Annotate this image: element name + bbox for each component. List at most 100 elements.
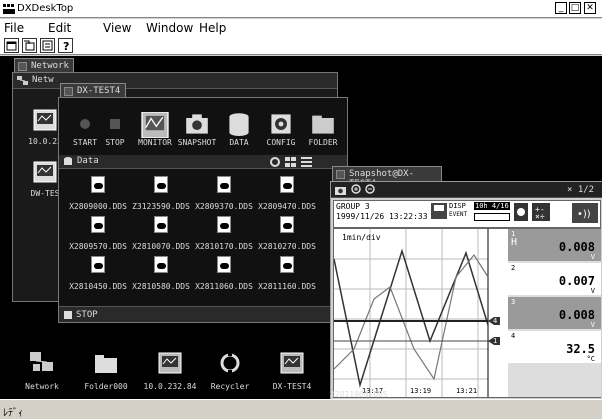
large-icons-view-icon[interactable] bbox=[285, 157, 297, 167]
monitor-button[interactable]: MONITOR bbox=[135, 110, 175, 152]
list-view-icon[interactable] bbox=[301, 157, 313, 167]
network-title: Netw bbox=[32, 75, 54, 85]
minimize-button[interactable]: _ bbox=[555, 2, 567, 14]
menu-help[interactable]: Help bbox=[199, 21, 226, 35]
dx-status-bar: STOP bbox=[59, 306, 347, 322]
properties-icon[interactable] bbox=[40, 38, 55, 53]
snapshot-header: GROUP 3 1999/11/26 13:22:33 DISP EVENT 1… bbox=[333, 200, 601, 228]
recorder-icon bbox=[33, 109, 57, 131]
time-tick: 13:21 bbox=[456, 387, 478, 395]
file-item[interactable]: X2810580.DDS bbox=[128, 256, 194, 296]
status-bar: ﾚﾃﾞｨ bbox=[0, 399, 602, 419]
channel-value: 0.007 bbox=[558, 274, 595, 288]
maximize-button[interactable]: □ bbox=[569, 2, 581, 14]
rate-label: 10h 4/16 bbox=[474, 202, 510, 210]
app-icon bbox=[3, 4, 15, 14]
file-item[interactable]: X2810070.DDS bbox=[128, 216, 194, 256]
channel-4-cell: 4 32.5 °C bbox=[508, 331, 601, 364]
database-icon bbox=[64, 157, 72, 165]
channel-value: 0.008 bbox=[558, 240, 595, 254]
camera-icon bbox=[186, 114, 208, 134]
network-icon bbox=[30, 352, 53, 371]
menu-edit[interactable]: Edit bbox=[48, 21, 71, 35]
desktop-icon-label: 10.0.232.84 bbox=[143, 382, 197, 391]
data-file-icon bbox=[217, 256, 231, 273]
stop-icon bbox=[110, 119, 120, 129]
monitor-icon bbox=[141, 112, 169, 138]
data-header: Data bbox=[59, 155, 347, 169]
tab-network[interactable]: Network bbox=[14, 58, 74, 73]
tab-dx-test4[interactable]: DX-TEST4 bbox=[60, 83, 126, 98]
channel-index: 2 bbox=[511, 264, 516, 272]
close-button[interactable]: ✕ bbox=[584, 2, 596, 14]
desktop-icon-label: DX-TEST4 bbox=[272, 382, 312, 391]
file-name: X2810070.DDS bbox=[132, 242, 190, 251]
file-item[interactable]: Z3123590.DDS bbox=[128, 176, 194, 216]
checkbox[interactable] bbox=[336, 170, 345, 179]
data-file-icon bbox=[154, 176, 168, 193]
recycler-icon bbox=[220, 352, 240, 374]
file-name: X2810450.DDS bbox=[69, 282, 127, 291]
status-text: ﾚﾃﾞｨ bbox=[3, 408, 23, 419]
tab-snapshot[interactable]: Snapshot@DX-TEST4 bbox=[332, 166, 442, 189]
snapshot-toolbar: × 1/2 bbox=[331, 182, 602, 198]
data-file-icon bbox=[91, 216, 105, 233]
partial-file-label: X2811060.DDS bbox=[330, 390, 388, 399]
channel-value: 32.5 bbox=[566, 342, 595, 356]
open-window-icon[interactable] bbox=[22, 38, 37, 53]
data-file-icon bbox=[217, 176, 231, 193]
marker-1: 1 bbox=[493, 337, 498, 345]
menu-bar: File Edit View Window Help bbox=[0, 19, 602, 36]
stop-status-icon bbox=[64, 311, 72, 319]
file-item[interactable]: X2810170.DDS bbox=[191, 216, 257, 256]
file-item[interactable]: X2809000.DDS bbox=[65, 176, 131, 216]
snapshot-window: × 1/2 GROUP 3 1999/11/26 13:22:33 DISP E… bbox=[330, 181, 602, 399]
channel-index: 4 bbox=[511, 332, 516, 340]
file-name: X2809000.DDS bbox=[69, 202, 127, 211]
folder-icon bbox=[95, 355, 117, 373]
event-label: EVENT bbox=[449, 211, 468, 218]
window-title: DXDeskTop bbox=[17, 3, 74, 14]
memory-bar bbox=[474, 213, 510, 221]
file-item[interactable]: X2810270.DDS bbox=[254, 216, 320, 256]
data-file-icon bbox=[280, 176, 294, 193]
file-name: X2809470.DDS bbox=[258, 202, 316, 211]
refresh-icon[interactable] bbox=[269, 156, 281, 168]
snapshot-button[interactable]: SNAPSHOT bbox=[177, 110, 217, 152]
menu-view[interactable]: View bbox=[103, 21, 131, 35]
toolbar: ? bbox=[0, 36, 602, 55]
file-item[interactable]: X2811060.DDS bbox=[191, 256, 257, 296]
checkbox[interactable] bbox=[64, 87, 73, 96]
checkbox[interactable] bbox=[18, 62, 27, 71]
file-name: X2810580.DDS bbox=[132, 282, 190, 291]
menu-file[interactable]: File bbox=[4, 21, 24, 35]
data-button[interactable]: DATA bbox=[219, 110, 259, 152]
tool-label: FOLDER bbox=[308, 138, 338, 147]
gear-icon bbox=[271, 114, 291, 134]
recorder-icon bbox=[158, 352, 182, 374]
time-tick: 13:19 bbox=[410, 387, 432, 395]
file-name: Z3123590.DDS bbox=[132, 202, 190, 211]
file-item[interactable]: X2810450.DDS bbox=[65, 256, 131, 296]
file-item[interactable]: X2809570.DDS bbox=[65, 216, 131, 256]
channel-index: 3 bbox=[511, 298, 516, 306]
file-item[interactable]: X2809470.DDS bbox=[254, 176, 320, 216]
config-button[interactable]: CONFIG bbox=[261, 110, 301, 152]
title-bar: DXDeskTop _ □ ✕ bbox=[0, 0, 602, 18]
new-window-icon[interactable] bbox=[4, 38, 19, 53]
alarm-icon bbox=[514, 203, 528, 221]
zoom-in-icon[interactable] bbox=[351, 184, 362, 195]
database-icon bbox=[229, 113, 249, 136]
help-icon[interactable]: ? bbox=[58, 38, 73, 53]
math-icon: +-×÷ bbox=[532, 203, 550, 221]
desktop-icon-label: Folder000 bbox=[84, 382, 128, 391]
zoom-out-icon[interactable] bbox=[365, 184, 376, 195]
channel-2-cell: 2 0.007 V bbox=[508, 263, 601, 296]
file-item[interactable]: X2809370.DDS bbox=[191, 176, 257, 216]
camera-icon[interactable] bbox=[335, 184, 347, 195]
disp-label: DISP bbox=[449, 202, 466, 210]
file-item[interactable]: X2811160.DDS bbox=[254, 256, 320, 296]
menu-window[interactable]: Window bbox=[146, 21, 193, 35]
folder-button[interactable]: FOLDER bbox=[303, 110, 343, 152]
channel-3-cell: 3 0.008 V bbox=[508, 297, 601, 330]
